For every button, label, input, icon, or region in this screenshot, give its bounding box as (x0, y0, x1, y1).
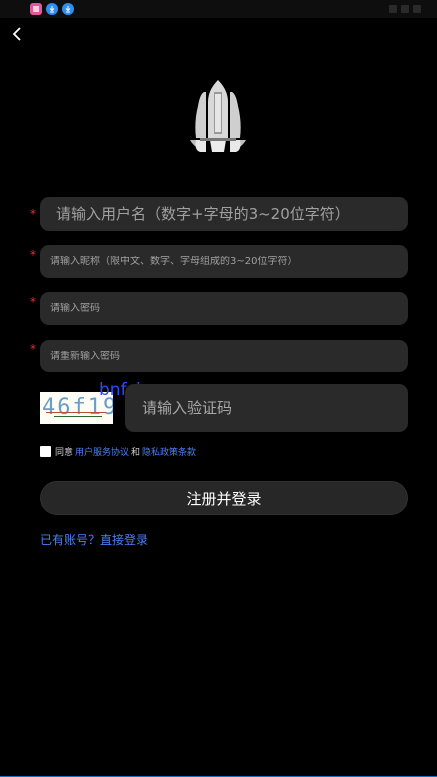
signal-icon (389, 5, 397, 13)
agreement-row: 同意 用户服务协议 和 隐私政策条款 (40, 444, 198, 458)
system-status-icons (381, 4, 421, 14)
chevron-left-icon (12, 27, 21, 41)
username-input[interactable] (40, 205, 408, 223)
register-login-button[interactable]: 注册并登录 (40, 481, 408, 515)
required-mark: * (30, 295, 36, 309)
captcha-noise-line (54, 416, 102, 417)
terms-link[interactable]: 用户服务协议 (75, 445, 129, 458)
status-bar (0, 0, 437, 18)
app-icon (30, 3, 42, 15)
required-mark: * (30, 342, 36, 356)
nickname-input[interactable] (40, 256, 408, 267)
download-icon (46, 3, 58, 15)
login-link[interactable]: 已有账号？直接登录 (40, 531, 148, 548)
nickname-field-container (40, 245, 408, 278)
confirm-password-field-container (40, 340, 408, 372)
username-field-container (40, 197, 408, 231)
back-button[interactable] (6, 24, 28, 44)
agreement-checkbox[interactable] (40, 445, 51, 457)
rocket-logo-icon (186, 78, 250, 156)
agreement-and: 和 (131, 447, 141, 458)
required-mark: * (30, 248, 36, 262)
privacy-link[interactable]: 隐私政策条款 (142, 445, 196, 458)
password-field-container (40, 292, 408, 325)
captcha-noise-line (46, 412, 106, 413)
confirm-password-input[interactable] (40, 350, 408, 362)
captcha-input[interactable] (125, 398, 408, 418)
captcha-field-container (125, 384, 408, 432)
password-input[interactable] (40, 303, 408, 314)
agreement-prefix: 同意 (55, 447, 74, 458)
battery-icon (413, 5, 421, 13)
download-icon (62, 3, 74, 15)
required-mark: * (30, 207, 36, 221)
wifi-icon (401, 5, 409, 13)
